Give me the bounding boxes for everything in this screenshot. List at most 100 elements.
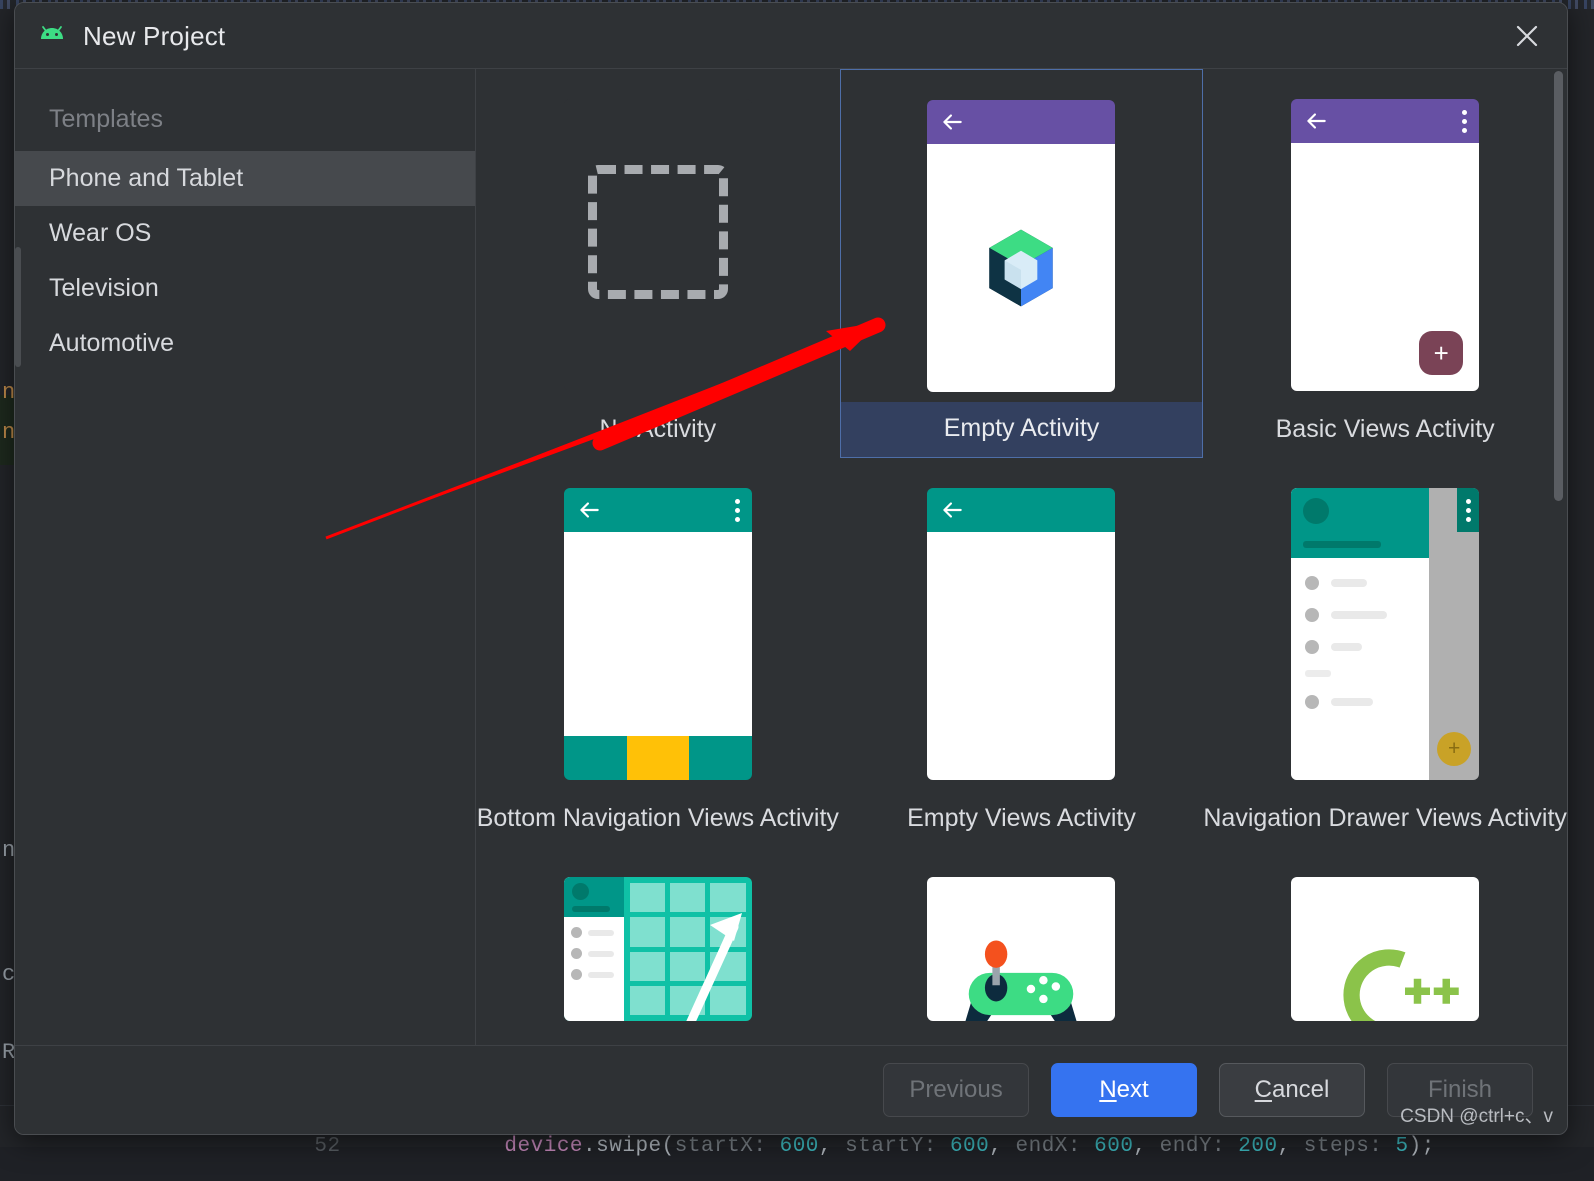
close-icon[interactable] [1505,14,1549,58]
jetpack-compose-icon [989,229,1054,307]
back-arrow-icon [943,502,963,518]
fab-add-icon: + [1437,732,1472,766]
template-card-native-cpp-activity[interactable] [1203,847,1567,1045]
previous-button: Previous [883,1063,1029,1117]
template-label: Bottom Navigation Views Activity [476,804,839,832]
side-item-label [587,929,614,936]
template-card-basic-views-activity[interactable]: + Basic Views Activity [1203,69,1567,458]
next-button-mnemonic: N [1099,1076,1117,1103]
empty-activity-thumbnail [927,100,1116,392]
side-item-label [587,971,614,978]
appbar [927,488,1116,532]
appbar [1291,99,1480,143]
bottom-nav-item-active [626,736,690,780]
side-list [563,877,624,1021]
bottom-nav-item [689,736,752,780]
next-button[interactable]: Next [1051,1063,1197,1117]
sidebar-item-label: Automotive [49,329,175,357]
template-card-responsive-activity[interactable] [476,847,840,1045]
side-item [564,927,624,938]
sidebar-item-label: Wear OS [49,219,152,247]
overflow-menu-icon [1462,109,1468,133]
overflow-menu-icon [1465,498,1471,522]
cpp-icon [1343,949,1459,1021]
next-button-label: ext [1116,1076,1149,1103]
game-activity-thumbnail [927,877,1116,1021]
drawer-item-label [1331,579,1368,587]
cancel-button[interactable]: Cancel [1219,1063,1365,1117]
drawer-item-icon [1305,695,1320,709]
side-item [564,948,624,959]
drawer-item [1291,640,1429,654]
side-item-icon [570,969,582,980]
side-item [564,969,624,980]
drawer-item-label [1331,611,1388,619]
template-label: No Activity [599,415,717,443]
cancel-button-mnemonic: C [1254,1076,1272,1103]
template-label: Basic Views Activity [1275,415,1495,443]
native-cpp-activity-thumbnail [1291,877,1480,1021]
drawer-divider-label [1305,670,1332,677]
template-card-game-activity[interactable] [840,847,1204,1045]
bottom-nav-activity-thumbnail [563,488,752,780]
template-card-no-activity[interactable]: No Activity [476,69,840,458]
template-label [476,1021,840,1045]
template-card-navigation-drawer-views-activity[interactable]: + Navigation Drawer Views Activity [1203,458,1567,847]
content-area: + [1291,143,1480,391]
templates-grid: No Activity Empty Activity + Basic Views… [476,69,1567,1045]
sidebar-item-phone-and-tablet[interactable]: Phone and Tablet [15,151,475,206]
side-header [563,877,624,917]
template-label: Navigation Drawer Views Activity [1203,804,1567,832]
dialog-title-bar: New Project [15,3,1567,69]
android-icon [37,21,67,51]
content-area [927,532,1116,780]
sidebar-item-automotive[interactable]: Automotive [15,316,475,371]
side-item-label [587,950,614,957]
side-avatar [571,883,589,900]
back-arrow-icon [580,502,599,518]
empty-views-activity-thumbnail [927,488,1116,780]
watermark: CSDN @ctrl+c、v [1400,1106,1553,1127]
basic-views-activity-thumbnail: + [1291,99,1480,391]
template-card-empty-views-activity[interactable]: Empty Views Activity [840,458,1204,847]
new-project-dialog: New Project Templates Phone and Tablet W… [14,2,1568,1135]
nav-drawer-activity-thumbnail: + [1291,488,1480,780]
sidebar-item-television[interactable]: Television [15,261,475,316]
back-arrow-icon [1307,113,1326,129]
template-card-bottom-navigation-views-activity[interactable]: Bottom Navigation Views Activity [476,458,840,847]
bottom-navigation-bar [563,736,752,780]
cancel-button-label: ancel [1271,1076,1330,1103]
sidebar-item-wear-os[interactable]: Wear OS [15,206,475,261]
drawer-item [1291,695,1429,709]
sidebar-item-label: Phone and Tablet [49,164,244,192]
finish-button-label: Finish [1427,1076,1493,1103]
templates-heading: Templates [49,105,163,133]
templates-scrollbar-thumb[interactable] [1554,71,1563,501]
drawer-avatar [1303,498,1330,524]
drawer-item-label [1331,643,1363,651]
appbar [563,488,752,532]
dialog-body: Templates Phone and Tablet Wear OS Telev… [15,69,1567,1045]
page-title: New Project [83,20,226,51]
side-header-line [571,906,610,912]
drawer-item-icon [1305,608,1320,622]
dashed-placeholder-icon [587,165,728,299]
drawer-panel [1291,488,1430,780]
responsive-activity-thumbnail [563,877,752,1021]
template-card-empty-activity[interactable]: Empty Activity [839,69,1204,458]
bottom-nav-item [563,736,627,780]
back-arrow-icon [943,114,963,130]
dialog-button-bar: Previous Next Cancel Finish CSDN @ctrl+c… [15,1045,1567,1134]
content-area [563,532,752,736]
fab-add-icon: + [1419,331,1464,375]
drawer-item-icon [1305,576,1320,590]
template-label [1203,1021,1567,1045]
templates-scrollbar[interactable] [1552,71,1565,1043]
gamepad-icon [965,940,1078,1021]
templates-sidebar: Templates Phone and Tablet Wear OS Telev… [15,69,476,1045]
template-label: Empty Activity [840,402,1203,457]
sidebar-item-label: Television [49,274,159,302]
overflow-menu-icon [734,498,740,522]
drawer-header-line [1303,541,1382,548]
sidebar-scrollbar[interactable] [15,247,21,367]
